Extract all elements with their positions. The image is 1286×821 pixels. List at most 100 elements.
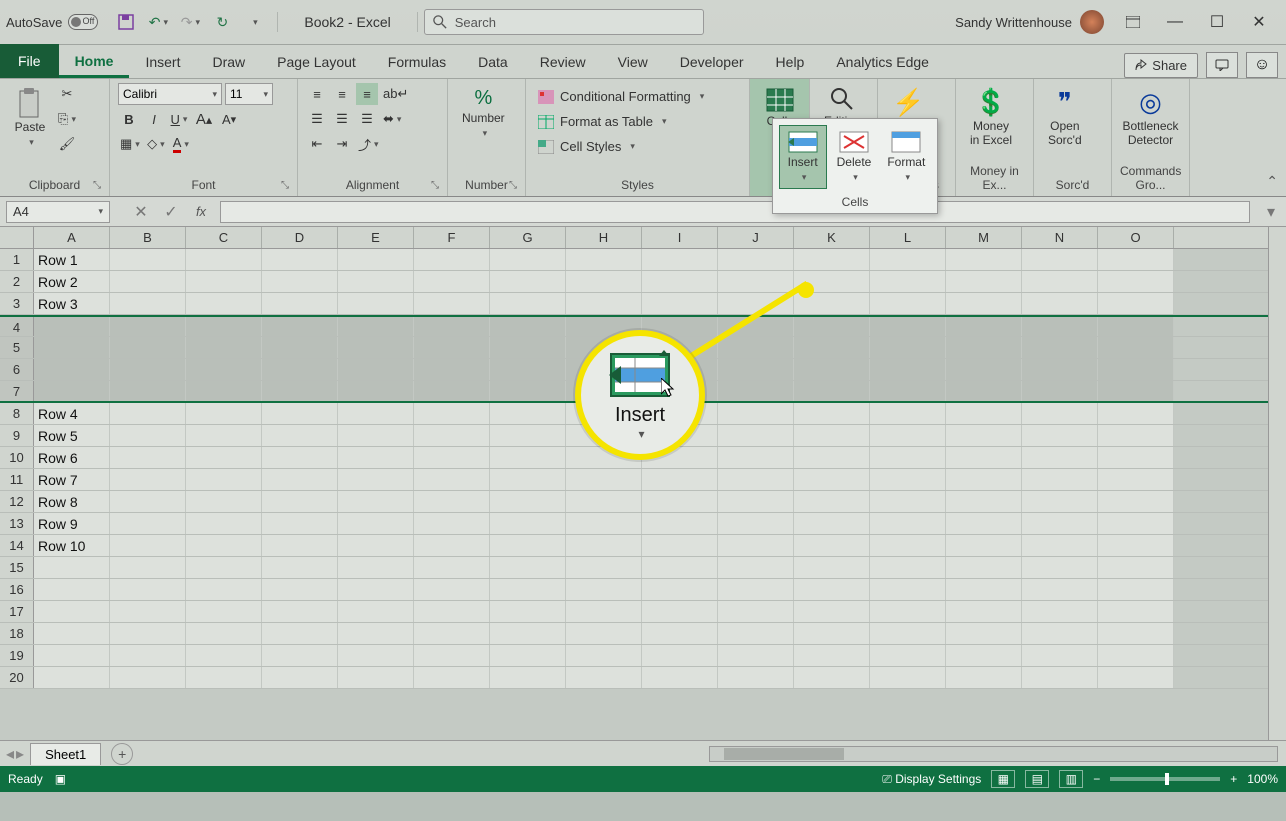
cell[interactable] bbox=[186, 601, 262, 622]
cell[interactable] bbox=[186, 491, 262, 512]
row-header[interactable]: 7 bbox=[0, 381, 34, 401]
cell[interactable] bbox=[642, 293, 718, 314]
insert-cells-button[interactable]: Insert▾ bbox=[779, 125, 827, 189]
fill-color-icon[interactable]: ◇▾ bbox=[145, 133, 167, 155]
cell[interactable] bbox=[1022, 601, 1098, 622]
format-cells-button[interactable]: Format▾ bbox=[881, 125, 931, 189]
cell[interactable] bbox=[794, 623, 870, 644]
cell[interactable] bbox=[718, 425, 794, 446]
cell[interactable] bbox=[946, 623, 1022, 644]
zoom-out-button[interactable]: − bbox=[1093, 772, 1100, 786]
cancel-formula-icon[interactable]: ✕ bbox=[128, 201, 154, 223]
cell[interactable] bbox=[1098, 601, 1174, 622]
cell[interactable] bbox=[338, 337, 414, 358]
grid-row[interactable]: 18 bbox=[0, 623, 1286, 645]
font-color-icon[interactable]: A▾ bbox=[170, 133, 192, 155]
grid-row[interactable]: 12Row 8 bbox=[0, 491, 1286, 513]
zoom-in-button[interactable]: + bbox=[1230, 772, 1237, 786]
cell[interactable] bbox=[186, 317, 262, 336]
cell[interactable] bbox=[414, 337, 490, 358]
formula-input[interactable] bbox=[220, 201, 1250, 223]
tab-file[interactable]: File bbox=[0, 44, 59, 78]
cell[interactable] bbox=[186, 337, 262, 358]
cell[interactable] bbox=[794, 579, 870, 600]
cell[interactable] bbox=[870, 293, 946, 314]
grid-row[interactable]: 17 bbox=[0, 601, 1286, 623]
feedback-button[interactable]: ☺ bbox=[1246, 52, 1278, 78]
font-launcher[interactable]: ⤡ bbox=[281, 180, 289, 191]
cell[interactable] bbox=[338, 667, 414, 688]
horizontal-scrollbar[interactable] bbox=[709, 746, 1278, 762]
grid-row[interactable]: 1Row 1 bbox=[0, 249, 1286, 271]
column-header[interactable]: H bbox=[566, 227, 642, 248]
cell[interactable] bbox=[1022, 337, 1098, 358]
tab-insert[interactable]: Insert bbox=[129, 46, 196, 78]
page-layout-view-icon[interactable]: ▤ bbox=[1025, 770, 1049, 788]
cell[interactable] bbox=[1098, 513, 1174, 534]
cell[interactable] bbox=[490, 447, 566, 468]
cell[interactable] bbox=[946, 513, 1022, 534]
cell[interactable] bbox=[870, 623, 946, 644]
cell[interactable] bbox=[1098, 249, 1174, 270]
cell[interactable] bbox=[718, 579, 794, 600]
cell[interactable] bbox=[642, 249, 718, 270]
cell[interactable] bbox=[186, 271, 262, 292]
cell[interactable] bbox=[186, 513, 262, 534]
tab-analytics-edge[interactable]: Analytics Edge bbox=[820, 46, 945, 78]
cell[interactable] bbox=[1098, 293, 1174, 314]
cell[interactable] bbox=[262, 293, 338, 314]
row-header[interactable]: 1 bbox=[0, 249, 34, 270]
cell[interactable] bbox=[338, 425, 414, 446]
column-headers[interactable]: ABCDEFGHIJKLMNO bbox=[0, 227, 1286, 249]
cell[interactable] bbox=[566, 557, 642, 578]
tab-formulas[interactable]: Formulas bbox=[372, 46, 462, 78]
cell[interactable] bbox=[642, 557, 718, 578]
sheet-nav-next-icon[interactable]: ▸ bbox=[16, 744, 24, 764]
cell[interactable] bbox=[490, 381, 566, 401]
row-header[interactable]: 10 bbox=[0, 447, 34, 468]
cell[interactable] bbox=[110, 249, 186, 270]
cell[interactable] bbox=[1098, 557, 1174, 578]
cell[interactable] bbox=[34, 623, 110, 644]
cell[interactable] bbox=[490, 337, 566, 358]
orientation-icon[interactable]: ⤴▾ bbox=[356, 133, 381, 155]
column-header[interactable]: N bbox=[1022, 227, 1098, 248]
cell[interactable] bbox=[642, 667, 718, 688]
cell[interactable] bbox=[186, 403, 262, 424]
cell[interactable] bbox=[262, 491, 338, 512]
cell[interactable] bbox=[1098, 623, 1174, 644]
comments-button[interactable] bbox=[1206, 52, 1238, 78]
cell[interactable] bbox=[338, 645, 414, 666]
undo-icon[interactable]: ↶▾ bbox=[144, 8, 172, 36]
cell[interactable] bbox=[870, 601, 946, 622]
grid-row[interactable]: 3Row 3 bbox=[0, 293, 1286, 315]
tab-page-layout[interactable]: Page Layout bbox=[261, 46, 372, 78]
cell[interactable] bbox=[110, 601, 186, 622]
cell[interactable] bbox=[338, 271, 414, 292]
cell[interactable] bbox=[946, 601, 1022, 622]
column-header[interactable]: D bbox=[262, 227, 338, 248]
cell[interactable] bbox=[110, 381, 186, 401]
cell[interactable] bbox=[718, 381, 794, 401]
row-header[interactable]: 14 bbox=[0, 535, 34, 556]
cell[interactable] bbox=[490, 425, 566, 446]
grid-row[interactable]: 16 bbox=[0, 579, 1286, 601]
cell[interactable] bbox=[490, 513, 566, 534]
cell[interactable] bbox=[1022, 469, 1098, 490]
cell[interactable]: Row 6 bbox=[34, 447, 110, 468]
cell[interactable]: Row 7 bbox=[34, 469, 110, 490]
cell[interactable] bbox=[642, 535, 718, 556]
column-header[interactable]: J bbox=[718, 227, 794, 248]
merge-center-icon[interactable]: ⬌▾ bbox=[381, 108, 403, 130]
cell[interactable] bbox=[262, 601, 338, 622]
cell[interactable] bbox=[414, 469, 490, 490]
cell[interactable] bbox=[34, 381, 110, 401]
zoom-slider[interactable] bbox=[1110, 777, 1220, 781]
cell[interactable] bbox=[566, 579, 642, 600]
cell[interactable] bbox=[1098, 491, 1174, 512]
cell[interactable] bbox=[946, 271, 1022, 292]
row-header[interactable]: 8 bbox=[0, 403, 34, 424]
row-header[interactable]: 9 bbox=[0, 425, 34, 446]
cell[interactable] bbox=[566, 293, 642, 314]
cell[interactable] bbox=[642, 579, 718, 600]
